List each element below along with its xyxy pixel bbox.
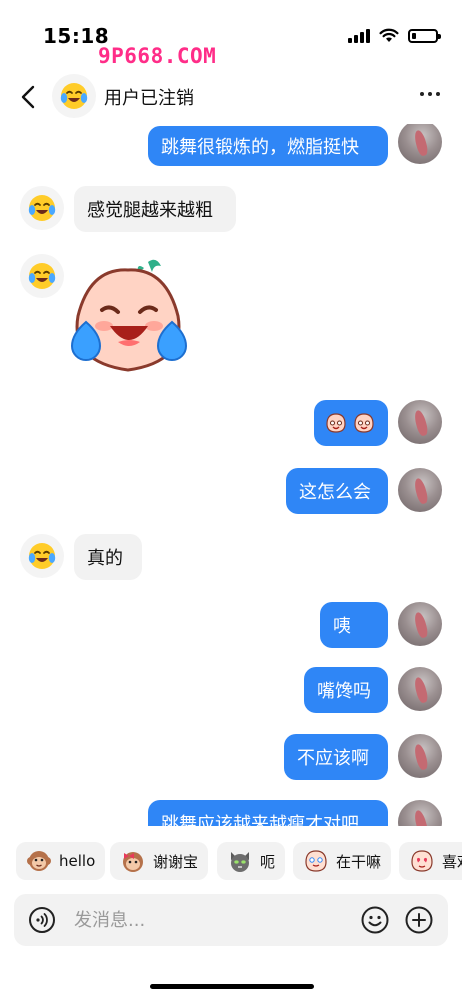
- watermark: 9P668.COM: [98, 44, 217, 68]
- my-avatar[interactable]: [398, 667, 442, 711]
- back-button[interactable]: [16, 82, 42, 112]
- quick-reply-label: 在干嘛: [336, 852, 382, 871]
- monkey-bow-icon: [123, 852, 143, 872]
- my-avatar[interactable]: [398, 468, 442, 512]
- outgoing-message-bubble[interactable]: 嘴馋吗: [304, 667, 388, 713]
- laughing-tears-emoji-icon: [60, 83, 88, 109]
- quick-reply-label: hello: [59, 852, 96, 870]
- quick-reply-uh[interactable]: 呃: [217, 842, 286, 880]
- my-avatar[interactable]: [398, 734, 442, 778]
- my-avatar[interactable]: [398, 400, 442, 444]
- contact-avatar[interactable]: [20, 186, 64, 230]
- more-dot-icon: [428, 92, 432, 96]
- my-avatar[interactable]: [398, 800, 442, 826]
- quick-reply-thanks[interactable]: 谢谢宝: [110, 842, 209, 880]
- message-text: 这怎么会: [299, 482, 371, 503]
- status-bar: 15:18 9P668.COM: [0, 0, 462, 72]
- voice-input-button[interactable]: [28, 906, 56, 934]
- message-text: 咦: [333, 616, 351, 637]
- outgoing-message-bubble[interactable]: 咦: [320, 602, 388, 648]
- message-input[interactable]: [74, 906, 354, 934]
- more-options-button[interactable]: [420, 92, 440, 96]
- more-dot-icon: [436, 92, 440, 96]
- add-more-button[interactable]: [404, 905, 434, 935]
- outgoing-message-bubble[interactable]: 不应该啊: [284, 734, 388, 780]
- monkey-icon: [27, 851, 51, 871]
- incoming-message-bubble[interactable]: 真的: [74, 534, 142, 580]
- outgoing-emoji-bubble[interactable]: [314, 400, 388, 446]
- crying-peach-emoji-icon: [326, 413, 346, 433]
- quick-reply-label: 呃: [260, 852, 276, 871]
- message-text: 嘴馋吗: [317, 681, 371, 702]
- cellular-signal-icon: [348, 28, 370, 43]
- message-text: 感觉腿越来越粗: [87, 200, 213, 221]
- laughing-tears-emoji-icon: [28, 543, 56, 569]
- my-avatar[interactable]: [398, 124, 442, 164]
- incoming-message-bubble[interactable]: 感觉腿越来越粗: [74, 186, 236, 232]
- quick-reply-label: 喜欢: [442, 852, 462, 871]
- chat-title: 用户已注销: [104, 88, 194, 109]
- cat-icon: [231, 852, 249, 872]
- message-input-bar: [14, 894, 448, 946]
- message-list[interactable]: 跳舞很锻炼的，燃脂挺快 感觉腿越来越粗 这怎么会 真的 咦 嘴馋吗 不应该啊 跳…: [0, 124, 462, 826]
- peach-peek-icon: [305, 850, 327, 872]
- more-dot-icon: [420, 92, 424, 96]
- quick-reply-hello[interactable]: hello: [16, 842, 106, 880]
- crying-peach-sticker[interactable]: [66, 254, 192, 378]
- emoji-button[interactable]: [360, 905, 390, 935]
- contact-avatar[interactable]: [52, 74, 96, 118]
- message-text: 真的: [87, 548, 123, 569]
- battery-icon: [408, 28, 441, 43]
- crying-peach-emoji-icon: [354, 413, 374, 433]
- home-indicator[interactable]: [150, 984, 314, 989]
- outgoing-message-bubble[interactable]: 跳舞应该越来越瘦才对吧: [148, 800, 388, 826]
- message-text: 不应该啊: [297, 748, 369, 769]
- chat-header: 用户已注销: [0, 72, 462, 122]
- quick-reply-label: 谢谢宝: [153, 852, 199, 871]
- quick-reply-what-doing[interactable]: 在干嘛: [293, 842, 392, 880]
- laughing-tears-emoji-icon: [28, 263, 56, 289]
- contact-avatar[interactable]: [20, 534, 64, 578]
- contact-avatar[interactable]: [20, 254, 64, 298]
- wifi-icon: [379, 28, 399, 42]
- outgoing-message-bubble[interactable]: 这怎么会: [286, 468, 388, 514]
- my-avatar[interactable]: [398, 602, 442, 646]
- message-text: 跳舞应该越来越瘦才对吧: [161, 814, 359, 826]
- laughing-tears-emoji-icon: [28, 195, 56, 221]
- peach-heart-icon: [411, 850, 433, 872]
- message-text: 跳舞很锻炼的，燃脂挺快: [161, 137, 359, 158]
- quick-reply-bar[interactable]: hello 谢谢宝 呃 在干嘛 喜: [0, 840, 462, 884]
- quick-reply-like[interactable]: 喜欢: [399, 842, 462, 880]
- status-icons: [348, 28, 441, 43]
- outgoing-message-bubble[interactable]: 跳舞很锻炼的，燃脂挺快: [148, 126, 388, 166]
